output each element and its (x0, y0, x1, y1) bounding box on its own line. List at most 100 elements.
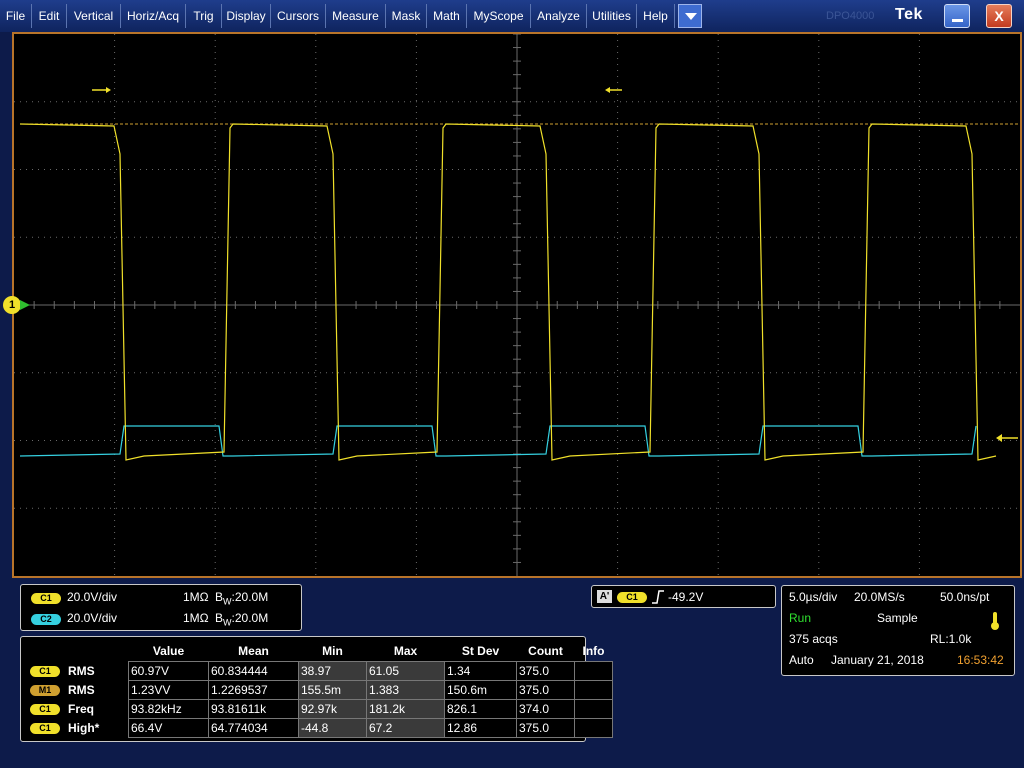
measurement-stdev: 150.6m (444, 680, 517, 700)
measurement-mean: 1.2269537 (208, 680, 299, 700)
resolution: 50.0ns/pt (940, 590, 990, 604)
horizontal-settings-panel[interactable]: 5.0µs/div 20.0MS/s 50.0ns/pt Run Sample … (781, 585, 1015, 676)
measurements-header-row: Value Mean Min Max St Dev Count Info (28, 641, 613, 662)
header-count: Count (528, 644, 563, 658)
channel-1-marker-label: 1 (8, 299, 16, 311)
measurement-count: 375.0 (516, 718, 575, 738)
channel-2-waveform (19, 425, 977, 457)
measurement-count: 374.0 (516, 699, 575, 719)
header-max: Max (393, 644, 418, 658)
channel-2-bandwidth: BW:20.0M (215, 611, 269, 628)
record-length: RL:1.0k (930, 632, 972, 646)
trigger-mode-tag: A' (597, 590, 612, 603)
measurement-name: RMS (68, 664, 95, 678)
measurement-count: 375.0 (516, 680, 575, 700)
vertical-settings-panel[interactable]: C1 20.0V/div 1MΩ BW:20.0M C2 20.0V/div 1… (20, 584, 302, 631)
timebase: 5.0µs/div (789, 590, 838, 604)
measurement-row[interactable]: C1 High* 66.4V 64.774034 -44.8 67.2 12.8… (28, 718, 613, 738)
channel-1-offset-arrow-icon (20, 300, 30, 310)
trigger-settings-panel[interactable]: A' C1 -49.2V (591, 585, 776, 608)
measurement-name: RMS (68, 683, 95, 697)
brand-logo: Tek (895, 6, 923, 23)
menu-display[interactable]: Display (222, 4, 271, 28)
header-value: Value (152, 644, 185, 658)
header-stdev: St Dev (461, 644, 500, 658)
measurement-value: 1.23VV (128, 680, 209, 700)
minimize-button[interactable] (944, 4, 970, 28)
measurement-value: 93.82kHz (128, 699, 209, 719)
measurement-name: Freq (68, 702, 95, 716)
measurement-max: 1.383 (366, 680, 445, 700)
header-mean: Mean (238, 644, 269, 658)
model-watermark: DPO4000 (826, 10, 875, 22)
chevron-down-icon (685, 13, 697, 20)
menu-trig[interactable]: Trig (186, 4, 222, 28)
time: 16:53:42 (957, 653, 1004, 667)
source-badge: C1 (30, 722, 60, 734)
menu-mask[interactable]: Mask (386, 4, 427, 28)
menu-utilities[interactable]: Utilities (587, 4, 637, 28)
measurement-row[interactable]: M1 RMS 1.23VV 1.2269537 155.5m 1.383 150… (28, 680, 613, 700)
measurement-row[interactable]: C1 RMS 60.97V 60.834444 38.97 61.05 1.34… (28, 661, 613, 681)
trigger-mode: Auto (789, 653, 814, 667)
menu-cursors[interactable]: Cursors (271, 4, 326, 28)
measurement-min: 155.5m (298, 680, 367, 700)
measurement-value: 60.97V (128, 661, 209, 681)
measurements-table: Value Mean Min Max St Dev Count Info C1 … (28, 641, 613, 738)
expansion-point-arrow-icon (605, 87, 622, 93)
run-state[interactable]: Run (789, 611, 811, 625)
menu-myscope[interactable]: MyScope (467, 4, 531, 28)
source-badge: C1 (30, 703, 60, 715)
acquisition-mode: Sample (877, 611, 918, 625)
channel-1-waveform (19, 123, 997, 461)
menu-file[interactable]: File (0, 4, 32, 28)
measurement-value: 66.4V (128, 718, 209, 738)
menu-dropdown-button[interactable] (678, 4, 702, 28)
waveform-display[interactable] (12, 32, 1022, 578)
header-info: Info (582, 644, 605, 658)
menu-help[interactable]: Help (637, 4, 675, 28)
trigger-position-arrow-icon (92, 87, 111, 93)
measurement-info (574, 680, 613, 700)
minimize-icon (952, 19, 963, 22)
measurement-max: 67.2 (366, 718, 445, 738)
menu-measure[interactable]: Measure (326, 4, 386, 28)
source-badge: M1 (30, 684, 60, 696)
channel-2-coupling: 1MΩ (183, 611, 209, 625)
channel-2-scale: 20.0V/div (67, 611, 118, 625)
menu-analyze[interactable]: Analyze (531, 4, 587, 28)
measurement-count: 375.0 (516, 661, 575, 681)
measurement-name: High* (68, 721, 100, 735)
measurement-min: 92.97k (298, 699, 367, 719)
measurement-info (574, 661, 613, 681)
measurement-mean: 93.81611k (208, 699, 299, 719)
measurement-stdev: 1.34 (444, 661, 517, 681)
menu-horiz-acq[interactable]: Horiz/Acq (121, 4, 186, 28)
measurement-mean: 60.834444 (208, 661, 299, 681)
menu-vertical[interactable]: Vertical (67, 4, 121, 28)
measurement-max: 61.05 (366, 661, 445, 681)
sample-rate: 20.0MS/s (854, 590, 905, 604)
graticule-grid (13, 33, 1020, 576)
measurement-info (574, 699, 613, 719)
trigger-level-arrow-icon (996, 434, 1018, 442)
channel-2-badge[interactable]: C2 (31, 614, 61, 625)
menu-math[interactable]: Math (427, 4, 467, 28)
measurement-min: 38.97 (298, 661, 367, 681)
channel-1-badge[interactable]: C1 (31, 593, 61, 604)
channel-1-coupling: 1MΩ (183, 590, 209, 604)
close-button[interactable]: X (986, 4, 1012, 28)
trigger-level: -49.2V (668, 590, 704, 604)
rising-edge-icon (652, 590, 664, 604)
measurement-mean: 64.774034 (208, 718, 299, 738)
menu-edit[interactable]: Edit (32, 4, 67, 28)
measurement-min: -44.8 (298, 718, 367, 738)
channel-1-ground-marker-icon[interactable]: 1 (3, 296, 21, 314)
source-badge: C1 (30, 665, 60, 677)
header-min: Min (322, 644, 343, 658)
trigger-source-badge: C1 (617, 592, 647, 603)
date: January 21, 2018 (831, 653, 924, 667)
acquisition-count: 375 acqs (789, 632, 838, 646)
waveform-canvas (13, 33, 1020, 576)
measurement-row[interactable]: C1 Freq 93.82kHz 93.81611k 92.97k 181.2k… (28, 699, 613, 719)
